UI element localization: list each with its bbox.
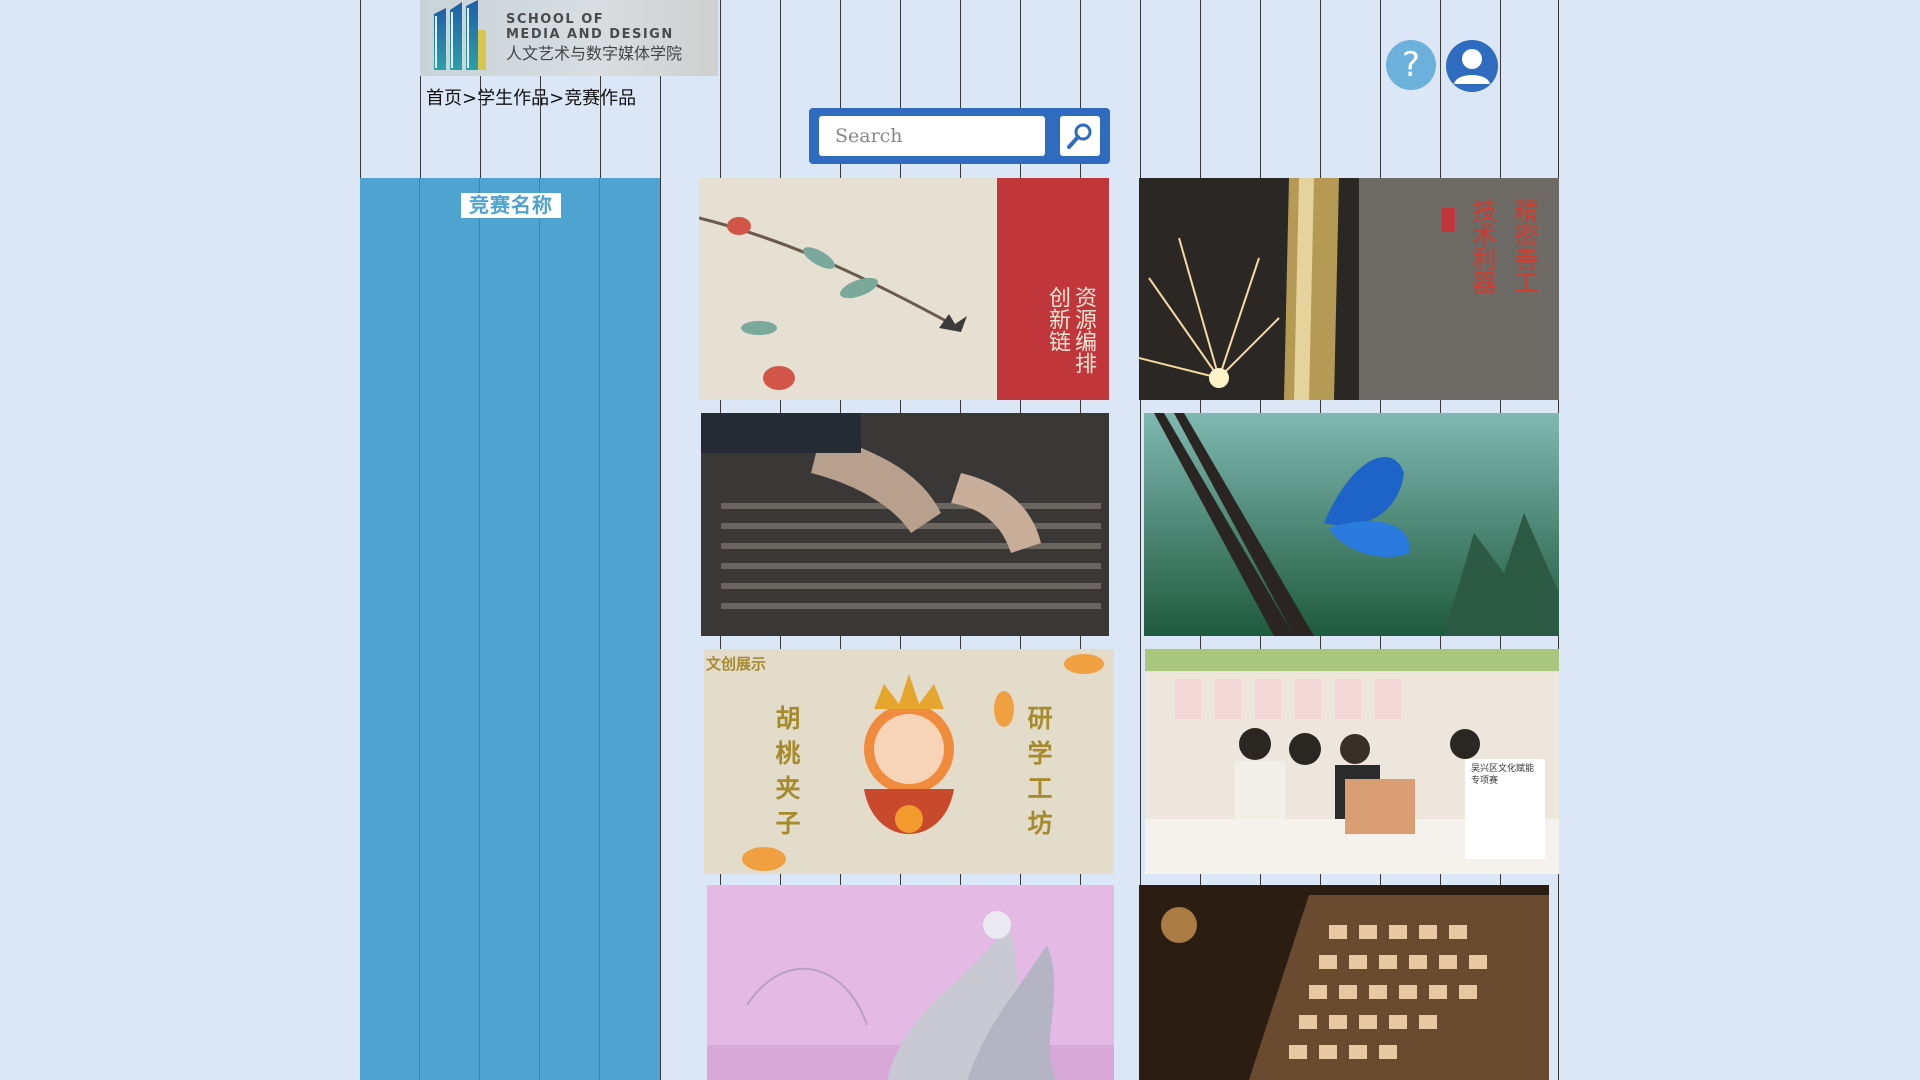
breadcrumb-separator: > — [462, 88, 478, 109]
card-title: 胡桃夹子 — [772, 705, 801, 845]
magnifier-icon — [1067, 123, 1092, 149]
logo-english-line1: SCHOOL OF — [506, 11, 605, 27]
question-icon: ? — [1401, 45, 1421, 85]
breadcrumb: 首页>学生作品>竞赛作品 — [426, 84, 636, 110]
card-image — [707, 885, 1114, 1080]
card-title: 资源编排 — [1071, 286, 1096, 374]
card-title: 研学工坊 — [1024, 705, 1053, 845]
card-title: 精密善工 — [1510, 198, 1538, 294]
card-image — [701, 413, 1109, 636]
gallery-card[interactable] — [1144, 413, 1559, 636]
logo-mark-icon — [434, 0, 486, 70]
logo-chinese-name: 人文艺术与数字媒体学院 — [506, 43, 683, 63]
grid-line — [599, 178, 600, 1080]
sidebar — [360, 178, 660, 1080]
gallery-card[interactable]: 文创展示 胡桃夹子 研学工坊 — [704, 649, 1114, 874]
gallery-card[interactable]: 吴兴区文化赋能专项赛 — [1145, 649, 1559, 874]
sidebar-title[interactable]: 竞赛名称 — [461, 193, 561, 218]
grid-line — [660, 0, 661, 1080]
card-caption: 吴兴区文化赋能专项赛 — [1471, 764, 1535, 786]
gallery-card[interactable] — [1139, 885, 1549, 1080]
gallery-card[interactable] — [707, 885, 1114, 1080]
card-title: 技术利器 — [1468, 198, 1496, 294]
breadcrumb-home[interactable]: 首页 — [426, 88, 462, 109]
grid-line — [539, 178, 540, 1080]
page: 竞赛名称 SCHOOL OF MEDIA AND DESIGN 人文艺术与数字媒… — [0, 0, 1920, 1080]
logo-english-line2: MEDIA AND DESIGN — [506, 26, 674, 42]
user-avatar-button[interactable] — [1446, 40, 1498, 92]
user-icon — [1454, 49, 1490, 84]
gallery-card[interactable]: 技术利器 精密善工 — [1139, 178, 1559, 400]
search-input[interactable] — [819, 116, 1045, 156]
grid-line — [479, 178, 480, 1080]
grid-line — [419, 178, 420, 1080]
help-button[interactable]: ? — [1386, 40, 1436, 90]
card-image — [1144, 413, 1559, 636]
school-logo[interactable]: SCHOOL OF MEDIA AND DESIGN 人文艺术与数字媒体学院 — [420, 0, 718, 76]
breadcrumb-competition-works[interactable]: 竞赛作品 — [564, 88, 636, 109]
breadcrumb-separator: > — [549, 88, 565, 109]
gallery-card[interactable] — [701, 413, 1109, 636]
card-tag: 文创展示 — [706, 655, 767, 673]
breadcrumb-student-works[interactable]: 学生作品 — [477, 88, 549, 109]
card-image — [1139, 885, 1549, 1080]
search-button[interactable] — [1060, 116, 1100, 156]
card-image — [1145, 649, 1559, 874]
search-bar — [809, 108, 1110, 164]
gallery-card[interactable]: 创新链 资源编排 — [699, 178, 1109, 400]
